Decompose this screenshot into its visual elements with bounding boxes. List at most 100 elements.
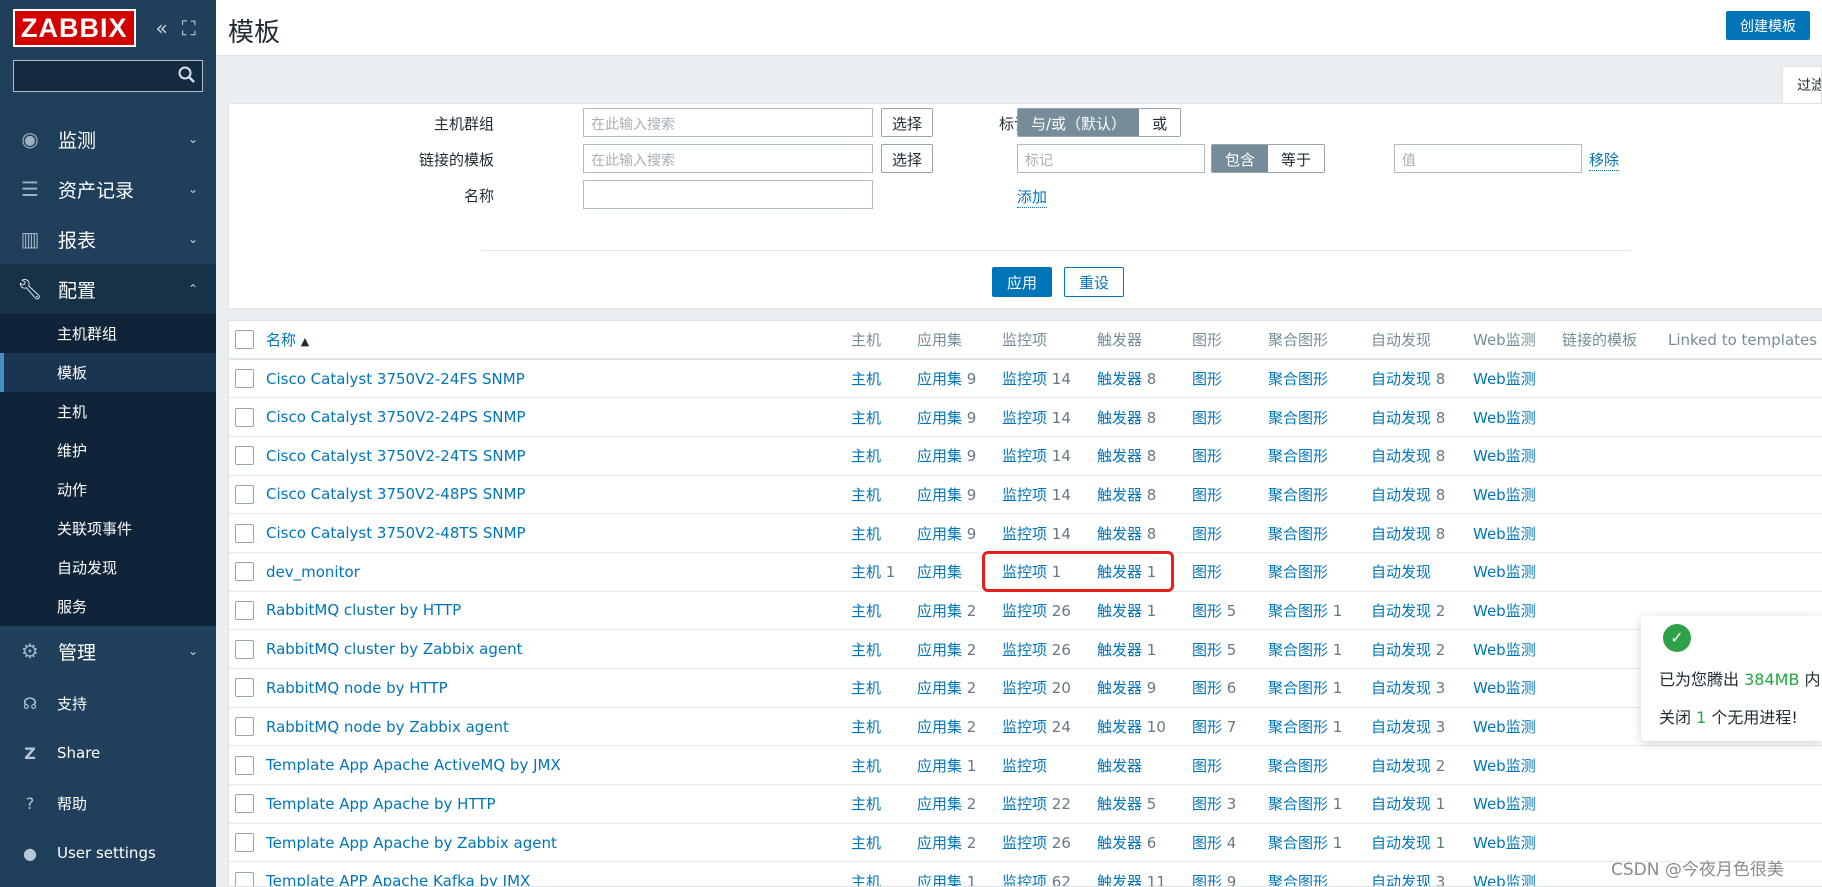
triggers-link[interactable]: 触发器	[1097, 641, 1142, 659]
row-checkbox[interactable]	[235, 407, 254, 427]
items-link[interactable]: 监控项	[1002, 679, 1047, 697]
template-name-link[interactable]: Template APP Apache Kafka by JMX	[266, 872, 530, 886]
submenu-hosts[interactable]: 主机	[0, 392, 216, 431]
web-link[interactable]: Web监测	[1473, 563, 1536, 581]
applications-link[interactable]: 应用集	[917, 447, 962, 465]
linked-templates-input[interactable]: 在此输入搜索	[583, 144, 873, 173]
graphs-link[interactable]: 图形	[1192, 873, 1222, 886]
items-link[interactable]: 监控项	[1002, 602, 1047, 620]
triggers-link[interactable]: 触发器	[1097, 447, 1142, 465]
hosts-link[interactable]: 主机	[851, 834, 881, 852]
discovery-link[interactable]: 自动发现	[1371, 602, 1431, 620]
web-link[interactable]: Web监测	[1473, 409, 1536, 427]
triggers-link[interactable]: 触发器	[1097, 409, 1142, 427]
row-checkbox[interactable]	[235, 523, 254, 543]
discovery-link[interactable]: 自动发现	[1371, 486, 1431, 504]
and-or-option[interactable]: 与/或（默认）	[1018, 109, 1140, 136]
menu-inventory[interactable]: ☰ 资产记录 ⌄	[0, 164, 216, 214]
menu-administration[interactable]: ⚙ 管理 ⌄	[0, 626, 216, 676]
applications-link[interactable]: 应用集	[917, 563, 962, 581]
row-checkbox[interactable]	[235, 446, 254, 466]
hosts-link[interactable]: 主机	[851, 795, 881, 813]
discovery-link[interactable]: 自动发现	[1371, 563, 1431, 581]
triggers-link[interactable]: 触发器	[1097, 370, 1142, 388]
template-name-link[interactable]: Cisco Catalyst 3750V2-48PS SNMP	[266, 485, 525, 503]
web-link[interactable]: Web监测	[1473, 641, 1536, 659]
menu-user-settings[interactable]: ● User settings	[0, 828, 216, 878]
menu-monitoring[interactable]: ◉ 监测 ⌄	[0, 114, 216, 164]
equals-option[interactable]: 等于	[1268, 145, 1324, 172]
applications-link[interactable]: 应用集	[917, 486, 962, 504]
web-link[interactable]: Web监测	[1473, 757, 1536, 775]
hosts-link[interactable]: 主机	[851, 873, 881, 886]
applications-link[interactable]: 应用集	[917, 873, 962, 886]
screens-link[interactable]: 聚合图形	[1268, 563, 1328, 581]
menu-share[interactable]: Z Share	[0, 728, 216, 778]
discovery-link[interactable]: 自动发现	[1371, 641, 1431, 659]
screens-link[interactable]: 聚合图形	[1268, 602, 1328, 620]
template-name-link[interactable]: Cisco Catalyst 3750V2-48TS SNMP	[266, 524, 526, 542]
screens-link[interactable]: 聚合图形	[1268, 679, 1328, 697]
search-icon[interactable]	[178, 66, 196, 88]
graphs-link[interactable]: 图形	[1192, 679, 1222, 697]
items-link[interactable]: 监控项	[1002, 757, 1047, 775]
menu-support[interactable]: ☊ 支持	[0, 678, 216, 728]
screens-link[interactable]: 聚合图形	[1268, 641, 1328, 659]
row-checkbox[interactable]	[235, 794, 254, 814]
applications-link[interactable]: 应用集	[917, 718, 962, 736]
add-tag-link[interactable]: 添加	[1017, 186, 1048, 208]
row-checkbox[interactable]	[235, 369, 254, 389]
hosts-link[interactable]: 主机	[851, 757, 881, 775]
sidebar-search-input[interactable]	[13, 60, 203, 92]
web-link[interactable]: Web监测	[1473, 873, 1536, 886]
hosts-link[interactable]: 主机	[851, 370, 881, 388]
items-link[interactable]: 监控项	[1002, 873, 1047, 886]
applications-link[interactable]: 应用集	[917, 757, 962, 775]
items-link[interactable]: 监控项	[1002, 563, 1047, 581]
triggers-link[interactable]: 触发器	[1097, 873, 1142, 886]
template-name-link[interactable]: Template App Apache ActiveMQ by JMX	[266, 756, 561, 774]
applications-link[interactable]: 应用集	[917, 834, 962, 852]
hosts-link[interactable]: 主机	[851, 486, 881, 504]
applications-link[interactable]: 应用集	[917, 409, 962, 427]
triggers-link[interactable]: 触发器	[1097, 486, 1142, 504]
applications-link[interactable]: 应用集	[917, 795, 962, 813]
discovery-link[interactable]: 自动发现	[1371, 873, 1431, 886]
hosts-link[interactable]: 主机	[851, 409, 881, 427]
select-all-checkbox[interactable]	[235, 330, 254, 349]
triggers-link[interactable]: 触发器	[1097, 525, 1142, 543]
discovery-link[interactable]: 自动发现	[1371, 409, 1431, 427]
menu-configuration[interactable]: 🔧︎ 配置 ⌃	[0, 264, 216, 314]
submenu-discovery[interactable]: 自动发现	[0, 548, 216, 587]
web-link[interactable]: Web监测	[1473, 679, 1536, 697]
applications-link[interactable]: 应用集	[917, 370, 962, 388]
tag-value-input[interactable]: 值	[1394, 144, 1582, 173]
template-name-link[interactable]: dev_monitor	[266, 563, 360, 581]
contains-option[interactable]: 包含	[1212, 145, 1269, 172]
row-checkbox[interactable]	[235, 562, 254, 582]
applications-link[interactable]: 应用集	[917, 525, 962, 543]
graphs-link[interactable]: 图形	[1192, 718, 1222, 736]
triggers-link[interactable]: 触发器	[1097, 602, 1142, 620]
graphs-link[interactable]: 图形	[1192, 486, 1222, 504]
triggers-link[interactable]: 触发器	[1097, 718, 1142, 736]
template-name-link[interactable]: Cisco Catalyst 3750V2-24TS SNMP	[266, 447, 526, 465]
template-name-link[interactable]: RabbitMQ node by HTTP	[266, 679, 448, 697]
name-input[interactable]	[583, 180, 873, 209]
applications-link[interactable]: 应用集	[917, 602, 962, 620]
kiosk-mode-icon[interactable]: ⛶	[182, 16, 196, 40]
graphs-link[interactable]: 图形	[1192, 834, 1222, 852]
web-link[interactable]: Web监测	[1473, 834, 1536, 852]
row-checkbox[interactable]	[235, 833, 254, 853]
items-link[interactable]: 监控项	[1002, 447, 1047, 465]
host-group-input[interactable]: 在此输入搜索	[583, 108, 873, 137]
graphs-link[interactable]: 图形	[1192, 447, 1222, 465]
screens-link[interactable]: 聚合图形	[1268, 525, 1328, 543]
submenu-host-groups[interactable]: 主机群组	[0, 314, 216, 353]
submenu-actions[interactable]: 动作	[0, 470, 216, 509]
discovery-link[interactable]: 自动发现	[1371, 834, 1431, 852]
graphs-link[interactable]: 图形	[1192, 563, 1222, 581]
row-checkbox[interactable]	[235, 600, 254, 620]
create-template-button[interactable]: 创建模板	[1726, 11, 1810, 40]
screens-link[interactable]: 聚合图形	[1268, 409, 1328, 427]
